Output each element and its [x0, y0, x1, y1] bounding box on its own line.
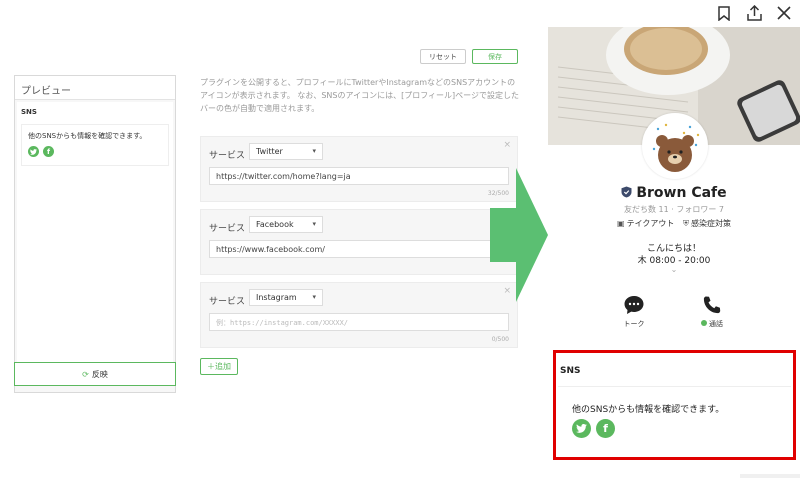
- talk-action[interactable]: トーク: [604, 295, 664, 329]
- char-count: 0/500: [491, 336, 509, 343]
- shield-icon: ⛨: [682, 219, 689, 228]
- sns-icons: f: [572, 419, 615, 438]
- service-select[interactable]: Instagram ▾: [249, 289, 323, 306]
- plugin-description: プラグインを公開すると、プロフィールにTwitterやInstagramなどのS…: [200, 78, 520, 113]
- top-toolbar: [716, 4, 792, 22]
- chevron-down-icon: ▾: [312, 293, 316, 301]
- service-card-facebook: サービス Facebook ▾ https://www.facebook.com…: [200, 209, 518, 275]
- preview-sns-card: 他のSNSからも情報を確認できます。 f: [21, 124, 169, 166]
- service-label: サービス: [209, 224, 246, 234]
- bag-icon: ▣: [617, 219, 625, 228]
- service-url-input[interactable]: https://www.facebook.com/: [209, 240, 509, 258]
- facebook-icon[interactable]: f: [43, 146, 54, 157]
- service-select-value: Twitter: [256, 147, 283, 156]
- divider: [558, 386, 791, 387]
- share-icon[interactable]: [746, 4, 762, 22]
- service-url-input[interactable]: https://twitter.com/home?lang=ja: [209, 167, 509, 185]
- add-service-button[interactable]: ＋追加: [200, 358, 238, 375]
- screen: プレビュー SNS 他のSNSからも情報を確認できます。 f ⟳ 反映 リセット…: [0, 0, 800, 478]
- chat-bubble-icon: [624, 296, 644, 314]
- tag-safety-label: 感染症対策: [690, 219, 731, 228]
- reset-button[interactable]: リセット: [420, 49, 466, 64]
- profile-name: Brown Cafe: [548, 185, 800, 201]
- plus-icon: ＋: [207, 362, 215, 371]
- service-select-value: Instagram: [256, 293, 297, 302]
- reflect-label: 反映: [91, 369, 108, 379]
- preview-sns-text: 他のSNSからも情報を確認できます。: [28, 132, 147, 140]
- sns-title: SNS: [560, 366, 581, 376]
- sns-text: 他のSNSからも情報を確認できます。: [572, 405, 725, 415]
- profile-stats: 友だち数 11 · フォロワー 7: [624, 205, 724, 214]
- preview-body: SNS 他のSNSからも情報を確認できます。 f: [17, 102, 173, 362]
- service-select-value: Facebook: [256, 220, 294, 229]
- profile-tags: ▣ テイクアウト ⛨ 感染症対策: [548, 218, 800, 229]
- preview-title: プレビュー: [15, 76, 175, 100]
- service-card-instagram: × サービス Instagram ▾ 例：https://instagram.c…: [200, 282, 518, 348]
- arrow-right-icon: [490, 168, 548, 302]
- facebook-icon[interactable]: f: [596, 419, 615, 438]
- online-dot: [701, 320, 707, 326]
- service-url-input[interactable]: 例：https://instagram.com/XXXXX/: [209, 313, 509, 331]
- twitter-icon[interactable]: [28, 146, 39, 157]
- bookmark-icon[interactable]: [716, 4, 732, 22]
- remove-service-icon[interactable]: ×: [503, 140, 511, 150]
- bottom-edge: [740, 474, 800, 478]
- chevron-down-icon: ▾: [312, 220, 316, 228]
- service-select[interactable]: Twitter ▾: [249, 143, 323, 160]
- service-card-twitter: × サービス Twitter ▾ https://twitter.com/hom…: [200, 136, 518, 202]
- chevron-down-icon: ▾: [312, 147, 316, 155]
- preview-panel: プレビュー SNS 他のSNSからも情報を確認できます。 f: [14, 75, 176, 393]
- reflect-button[interactable]: ⟳ 反映: [14, 362, 176, 386]
- save-button[interactable]: 保存: [472, 49, 518, 64]
- close-icon[interactable]: [776, 4, 792, 22]
- twitter-icon[interactable]: [572, 419, 591, 438]
- phone-icon: [703, 296, 721, 314]
- service-label: サービス: [209, 151, 246, 161]
- avatar: [642, 113, 708, 179]
- add-label: 追加: [215, 362, 231, 371]
- tag-takeout: ▣ テイクアウト: [617, 218, 674, 229]
- call-action[interactable]: 通話: [682, 295, 742, 329]
- preview-sns-label: SNS: [21, 108, 37, 116]
- preview-sns-icons: f: [28, 146, 162, 157]
- sns-highlight-box: SNS 他のSNSからも情報を確認できます。 f: [553, 350, 796, 460]
- talk-label: トーク: [623, 320, 645, 328]
- call-label-wrap: 通話: [701, 320, 723, 328]
- tag-takeout-label: テイクアウト: [626, 219, 675, 228]
- service-select[interactable]: Facebook ▾: [249, 216, 323, 233]
- tag-safety: ⛨ 感染症対策: [683, 218, 731, 229]
- profile-name-text: Brown Cafe: [636, 185, 727, 201]
- call-label: 通話: [709, 320, 723, 328]
- service-label: サービス: [209, 297, 246, 307]
- refresh-icon: ⟳: [82, 369, 89, 379]
- chevron-down-icon[interactable]: ⌄: [548, 265, 800, 274]
- verified-shield-icon: [621, 186, 632, 198]
